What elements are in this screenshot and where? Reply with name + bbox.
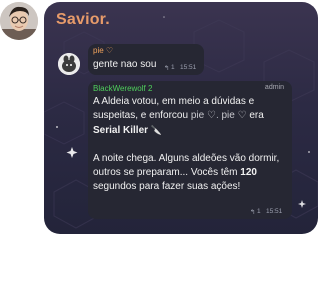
role-name: Serial Killer [93, 125, 149, 136]
message-text: gente nao sou [93, 59, 157, 70]
message-paragraph: A Aldeia votou, em meio a dúvidas e susp… [93, 95, 289, 138]
sparkle-icon [66, 147, 78, 158]
sender-avatar[interactable] [58, 53, 80, 75]
message-text: A Aldeia votou, em meio a dúvidas e susp… [93, 95, 289, 194]
reply-arrow-icon[interactable]: ↰ [164, 64, 169, 72]
message-bubble[interactable]: BlackWerewolf 2 admin A Aldeia votou, em… [88, 81, 292, 219]
admin-badge: admin [264, 84, 284, 91]
reply-arrow-icon[interactable]: ↰ [250, 208, 255, 216]
message-text-part: segundos para fazer suas ações! [93, 181, 241, 192]
message-bubble[interactable]: pie ♡ gente nao sou ↰ 1 15:51 [88, 44, 204, 75]
message-paragraph: A noite chega. Alguns aldeões vão dormir… [93, 152, 289, 194]
group-avatar[interactable] [0, 2, 38, 40]
message-sender-name[interactable]: BlackWerewolf 2 [93, 84, 152, 93]
chat-preview-card[interactable]: Savior. pie ♡ gente nao sou ↰ 1 15:51 Bl… [44, 2, 318, 234]
message-time: 15:51 [266, 208, 283, 215]
chat-title: Savior. [56, 11, 110, 28]
mention-link[interactable]: pie ♡ [191, 110, 216, 121]
mention-link[interactable]: pie ♡ [222, 110, 247, 121]
knife-icon: 🔪 [150, 125, 163, 135]
sparkle-icon [298, 200, 306, 208]
message-sender-name[interactable]: pie ♡ [93, 46, 113, 55]
seconds-count: 120 [240, 167, 257, 178]
reply-count: 1 [171, 64, 175, 71]
message-text-part: era [246, 110, 264, 121]
reply-count: 1 [257, 208, 261, 215]
message-time: 15:51 [180, 64, 197, 71]
